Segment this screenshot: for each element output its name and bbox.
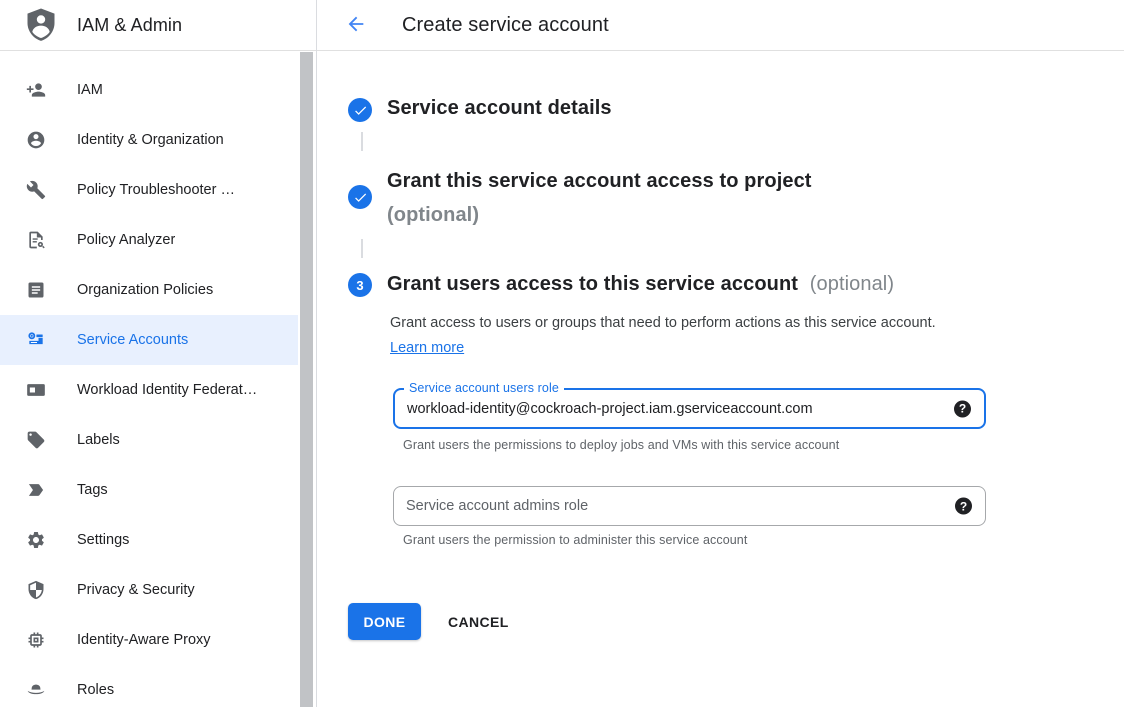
sidebar-item-label: Labels xyxy=(77,432,120,448)
step1-complete-check-icon xyxy=(348,98,372,122)
identity-circle-icon xyxy=(26,130,46,150)
sidebar-item-tags[interactable]: Tags xyxy=(0,465,298,515)
service-account-users-role-field: Service account users role xyxy=(393,388,986,429)
sidebar-item-label: Settings xyxy=(77,532,129,548)
sidebar-header: IAM & Admin xyxy=(0,0,316,51)
page-title: Create service account xyxy=(402,14,609,37)
service-account-icon xyxy=(26,330,46,350)
sidebar-item-label: Policy Troubleshooter … xyxy=(77,182,235,198)
wrench-icon xyxy=(26,180,46,200)
sidebar-item-label: Policy Analyzer xyxy=(77,232,175,248)
admins-role-input[interactable] xyxy=(394,487,985,525)
step-connector xyxy=(361,239,363,258)
sidebar-item-label: Privacy & Security xyxy=(77,582,195,598)
sidebar-item-label: Identity-Aware Proxy xyxy=(77,632,211,648)
sidebar: IAM & Admin IAM Identity & Organization … xyxy=(0,0,317,707)
users-role-helper-text: Grant users the permissions to deploy jo… xyxy=(403,438,839,452)
sidebar-item-policy-troubleshooter[interactable]: Policy Troubleshooter … xyxy=(0,165,298,215)
sidebar-item-settings[interactable]: Settings xyxy=(0,515,298,565)
label-tag-icon xyxy=(26,430,46,450)
sidebar-title: IAM & Admin xyxy=(77,15,182,36)
step3-description: Grant access to users or groups that nee… xyxy=(390,311,952,361)
create-service-account-form: Service account details Grant this servi… xyxy=(317,51,1124,707)
step2-complete-check-icon xyxy=(348,185,372,209)
back-button[interactable] xyxy=(343,12,369,38)
done-button[interactable]: DONE xyxy=(348,603,421,640)
step2-title-text: Grant this service account access to pro… xyxy=(387,170,812,192)
sidebar-item-service-accounts[interactable]: Service Accounts xyxy=(0,315,298,365)
sidebar-item-identity-aware-proxy[interactable]: Identity-Aware Proxy xyxy=(0,615,298,665)
sidebar-nav: IAM Identity & Organization Policy Troub… xyxy=(0,51,316,707)
arrow-back-icon xyxy=(345,13,367,38)
step3-title-text: Grant users access to this service accou… xyxy=(387,273,798,295)
admins-role-helper-text: Grant users the permission to administer… xyxy=(403,533,747,547)
tag-arrow-icon xyxy=(26,480,46,500)
sidebar-scrollbar[interactable] xyxy=(300,52,313,707)
sidebar-item-label: Organization Policies xyxy=(77,282,213,298)
sidebar-item-roles[interactable]: Roles xyxy=(0,665,298,707)
step-connector xyxy=(361,132,363,151)
help-icon[interactable] xyxy=(955,498,972,515)
main-header: Create service account xyxy=(317,0,1124,51)
help-icon[interactable] xyxy=(954,400,971,417)
sidebar-item-label: Identity & Organization xyxy=(77,132,224,148)
sidebar-item-privacy-security[interactable]: Privacy & Security xyxy=(0,565,298,615)
roles-hat-icon xyxy=(26,680,46,700)
sidebar-item-identity-organization[interactable]: Identity & Organization xyxy=(0,115,298,165)
users-role-input[interactable] xyxy=(395,390,984,427)
step2-title: Grant this service account access to pro… xyxy=(387,164,812,232)
step1-title: Service account details xyxy=(387,97,612,120)
document-lines-icon xyxy=(26,280,46,300)
step3-optional-label: (optional) xyxy=(810,273,894,295)
step3-title: Grant users access to this service accou… xyxy=(387,273,894,296)
sidebar-item-organization-policies[interactable]: Organization Policies xyxy=(0,265,298,315)
sidebar-item-workload-identity-federation[interactable]: Workload Identity Federat… xyxy=(0,365,298,415)
sidebar-item-label: Workload Identity Federat… xyxy=(77,382,257,398)
person-add-icon xyxy=(26,80,46,100)
sidebar-item-labels[interactable]: Labels xyxy=(0,415,298,465)
service-account-admins-role-field xyxy=(393,486,986,526)
gear-icon xyxy=(26,530,46,550)
iam-shield-logo-icon xyxy=(22,6,59,44)
main-panel: Create service account Service account d… xyxy=(317,0,1124,707)
step3-number-badge: 3 xyxy=(348,273,372,297)
app-root: IAM & Admin IAM Identity & Organization … xyxy=(0,0,1124,707)
cancel-button[interactable]: CANCEL xyxy=(434,603,523,640)
sidebar-item-label: Tags xyxy=(77,482,108,498)
sidebar-item-iam[interactable]: IAM xyxy=(0,65,298,115)
step3-description-text: Grant access to users or groups that nee… xyxy=(390,315,936,331)
sidebar-item-policy-analyzer[interactable]: Policy Analyzer xyxy=(0,215,298,265)
step2-optional-label: (optional) xyxy=(387,198,812,232)
sidebar-item-label: Roles xyxy=(77,682,114,698)
shield-half-icon xyxy=(26,580,46,600)
sidebar-item-label: IAM xyxy=(77,82,103,98)
sidebar-item-label: Service Accounts xyxy=(77,332,188,348)
policy-analyzer-icon xyxy=(26,230,46,250)
learn-more-link[interactable]: Learn more xyxy=(390,340,464,356)
proxy-chip-icon xyxy=(26,630,46,650)
step3-number: 3 xyxy=(356,278,363,293)
card-icon xyxy=(26,380,46,400)
